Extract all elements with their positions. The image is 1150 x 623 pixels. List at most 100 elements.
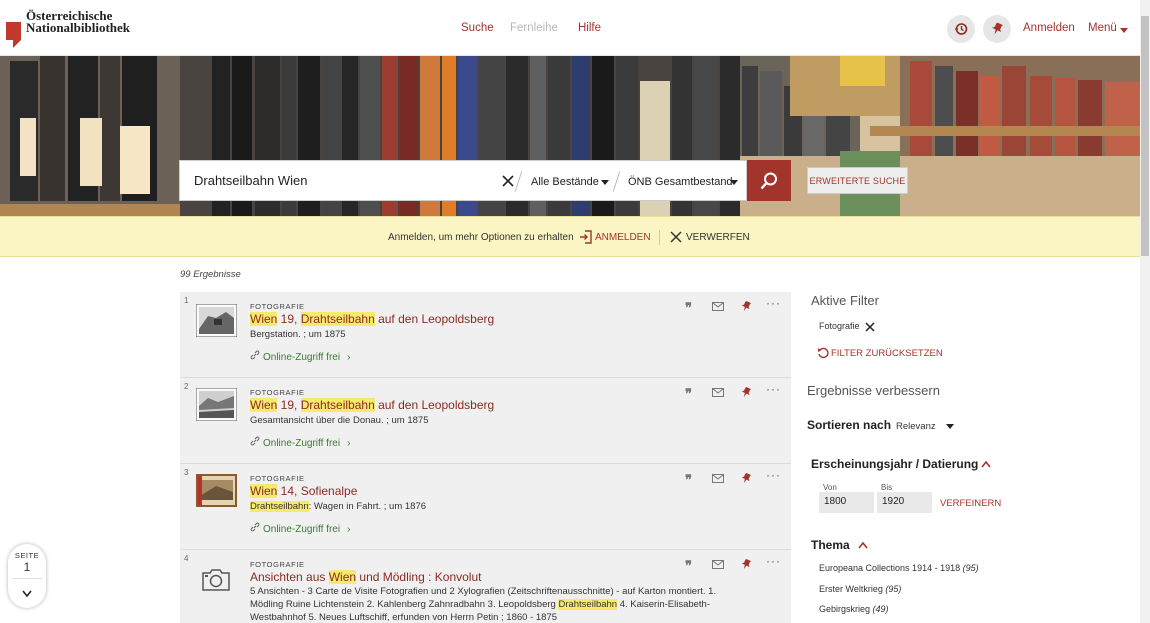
more-options-icon[interactable]: ··· [766,382,781,396]
result-description: 5 Ansichten - 3 Carte de Visite Fotograf… [250,585,770,623]
logo-line2: Nationalbibliothek [26,20,131,35]
result-title[interactable]: Wien 19, Drahtseilbahn auf den Leopoldsb… [250,398,494,412]
more-options-icon[interactable]: ··· [766,468,781,482]
list-item[interactable]: 3 FOTOGRAFIE Wien 14, Sofienalpe Drahtse… [180,464,791,550]
link-label: Online-Zugriff frei [263,438,341,449]
logo-flag-icon [6,22,21,48]
title-text: auf den Leopoldsberg [374,398,495,412]
nav-interlibrary-loan[interactable]: Fernleihe [510,22,558,34]
result-description: Gesamtansicht über die Donau. ; um 1875 [250,415,429,426]
refine-heading: Ergebnisse verbessern [807,383,940,398]
facet-option-label: Gebirgskrieg [819,604,871,614]
notice-dismiss-button[interactable]: VERWERFEN [686,232,750,243]
title-text: 14, Sofienalpe [277,484,358,498]
topic-facet-heading[interactable]: Thema [811,538,850,552]
divider [659,230,660,245]
highlight: Drahtseilbahn [300,398,375,412]
menu-button[interactable]: Menü [1088,22,1117,34]
collection-select[interactable]: ÖNB Gesamtbestand [628,176,733,188]
pinned-items-button[interactable] [983,15,1011,43]
pin-icon[interactable] [740,472,752,485]
list-item[interactable]: 2 FOTOGRAFIE Wien 19, Drahtseilbahn auf … [180,378,791,464]
notice-message: Anmelden, um mehr Optionen zu erhalten [388,232,574,243]
cite-icon[interactable]: ❞ [685,386,692,402]
chevron-up-icon[interactable] [981,460,991,468]
search-bar: Drahtseilbahn Wien Alle Bestände ÖNB Ges… [179,160,747,201]
scrollbar[interactable] [1140,0,1150,623]
highlight: Wien [250,484,278,498]
notice-login-button[interactable]: ANMELDEN [595,232,651,243]
email-icon[interactable] [712,388,724,397]
search-icon [760,172,777,189]
facet-option[interactable]: Europeana Collections 1914 - 1918 (95) [819,563,979,573]
active-filters-heading: Aktive Filter [811,293,879,308]
description-text: 5 Ansichten - 3 Carte de Visite Fotograf… [250,586,717,597]
result-title[interactable]: Wien 19, Drahtseilbahn auf den Leopoldsb… [250,312,494,326]
result-title[interactable]: Ansichten aus Wien und Mödling : Konvolu… [250,570,481,584]
close-icon[interactable] [670,231,682,243]
online-access-link[interactable]: Online-Zugriff frei › [250,436,350,449]
login-notice-bar: Anmelden, um mehr Optionen zu erhalten A… [0,216,1140,257]
cite-icon[interactable]: ❞ [685,472,692,488]
search-input[interactable]: Drahtseilbahn Wien [194,173,307,188]
link-label: Online-Zugriff frei [263,352,341,363]
menu-chevron-down-icon [1120,28,1128,33]
page-label: SEITE [14,551,40,560]
online-access-link[interactable]: Online-Zugriff frei › [250,522,350,535]
reset-icon [818,347,829,359]
remove-filter-icon[interactable] [865,322,875,332]
camera-icon [202,569,230,591]
description-text: Mödling Ruine Lichtenstein 2. Kahlenberg… [250,599,559,610]
history-button[interactable] [947,15,975,43]
results-list: 1 FOTOGRAFIE Wien 19, Drahtseilbahn auf … [180,292,791,623]
facet-option-count: (49) [872,604,889,614]
more-options-icon[interactable]: ··· [766,554,781,568]
link-icon [250,436,260,446]
link-label: Online-Zugriff frei [263,524,341,535]
email-icon[interactable] [712,302,724,311]
year-to-input[interactable]: 1920 [877,492,932,513]
scope-select[interactable]: Alle Bestände [531,176,599,188]
pin-icon[interactable] [740,300,752,313]
facet-option[interactable]: Gebirgskrieg (49) [819,604,889,614]
facet-option[interactable]: Erster Weltkrieg (95) [819,584,901,594]
list-item[interactable]: 1 FOTOGRAFIE Wien 19, Drahtseilbahn auf … [180,292,791,378]
to-label: Bis [881,483,893,492]
pin-icon[interactable] [740,558,752,571]
cite-icon[interactable]: ❞ [685,300,692,316]
search-button[interactable] [747,160,791,201]
scope-chevron-down-icon [601,180,609,185]
chevron-down-icon[interactable] [22,590,32,598]
email-icon[interactable] [712,560,724,569]
result-number: 3 [184,468,189,477]
cite-icon[interactable]: ❞ [685,558,692,574]
year-facet-heading[interactable]: Erscheinungsjahr / Datierung [811,457,978,471]
result-number: 1 [184,296,189,305]
email-icon[interactable] [712,474,724,483]
result-thumbnail[interactable] [196,304,237,337]
result-thumbnail[interactable] [196,388,237,421]
highlight: Wien [250,312,278,326]
refine-button[interactable]: VERFEINERN [940,498,1001,509]
year-from-input[interactable]: 1800 [819,492,874,513]
filter-chip: Fotografie [819,321,860,331]
advanced-search-button[interactable]: ERWEITERTE SUCHE [807,167,908,194]
result-number: 4 [184,554,189,563]
pin-icon[interactable] [740,386,752,399]
reset-filters-button[interactable]: FILTER ZURÜCKSETZEN [831,348,943,359]
facet-option-count: (95) [885,584,902,594]
chevron-up-icon[interactable] [858,541,868,549]
nav-help[interactable]: Hilfe [578,22,601,34]
page-indicator[interactable]: SEITE 1 [8,544,46,608]
online-access-link[interactable]: Online-Zugriff frei › [250,350,350,363]
result-thumbnail[interactable] [196,474,237,507]
nav-search[interactable]: Suche [461,22,494,34]
onb-logo[interactable]: Österreichische Nationalbibliothek [6,8,146,50]
list-item[interactable]: 4 FOTOGRAFIE Ansichten aus Wien und Mödl… [180,550,791,623]
login-link[interactable]: Anmelden [1023,22,1075,34]
result-title[interactable]: Wien 14, Sofienalpe [250,484,357,498]
scrollbar-thumb[interactable] [1141,16,1149,256]
more-options-icon[interactable]: ··· [766,296,781,310]
sort-select[interactable]: Relevanz [896,421,936,432]
result-description: Bergstation. ; um 1875 [250,329,346,340]
